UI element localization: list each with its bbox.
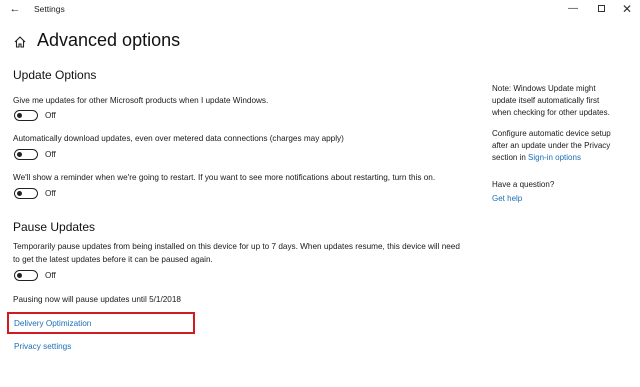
toggle-knob [17,272,22,278]
pause-updates-toggle[interactable] [14,270,38,281]
get-help-link[interactable]: Get help [492,193,632,205]
window-title: Settings [34,4,65,14]
sidebar-configure-line: after an update under the Privacy [492,141,611,150]
toggle-knob [17,151,22,157]
option-1-state: Off [45,111,56,120]
page-title: Advanced options [37,30,181,50]
maximize-icon [597,5,605,12]
option-3-description: We'll show a reminder when we're going t… [13,173,436,182]
close-button[interactable]: ✕ [619,2,635,16]
pause-updates-heading: Pause Updates [13,220,96,234]
title-bar: ← Settings — ✕ [0,0,640,20]
sidebar-question: Have a question? [492,180,555,189]
pause-status-text: Pausing now will pause updates until 5/1… [13,295,181,304]
sidebar-configure-line: Configure automatic device setup [492,129,611,138]
pause-updates-state: Off [45,271,56,280]
minimize-button[interactable]: — [565,2,581,16]
option-3-state: Off [45,189,56,198]
sign-in-options-link[interactable]: Sign-in options [528,153,581,162]
option-2-toggle[interactable] [14,149,38,160]
option-1-description: Give me updates for other Microsoft prod… [13,96,269,105]
pause-description-line1: Temporarily pause updates from being ins… [13,242,460,251]
maximize-button[interactable] [593,2,609,16]
option-2-state: Off [45,150,56,159]
sidebar-configure-prefix: section in [492,153,529,162]
option-1-toggle[interactable] [14,110,38,121]
update-options-heading: Update Options [13,68,97,82]
sidebar-note-line: when checking for other updates. [492,108,610,117]
toggle-knob [17,112,22,118]
pause-description-line2: to get the latest updates before it can … [13,255,213,264]
delivery-optimization-link[interactable]: Delivery Optimization [14,319,91,328]
toggle-knob [17,190,22,196]
sidebar-configure-line-3: section in Sign-in options [492,152,632,164]
option-3-toggle[interactable] [14,188,38,199]
sidebar-note-line: Note: Windows Update might [492,84,596,93]
back-arrow-icon[interactable]: ← [8,2,22,16]
home-icon[interactable] [13,35,27,49]
sidebar-note-line: update itself automatically first [492,96,600,105]
sidebar-configure: Configure automatic device setup after a… [492,128,632,164]
option-2-description: Automatically download updates, even ove… [13,134,344,143]
sidebar-note: Note: Windows Update might update itself… [492,83,632,119]
privacy-settings-link[interactable]: Privacy settings [14,342,71,351]
